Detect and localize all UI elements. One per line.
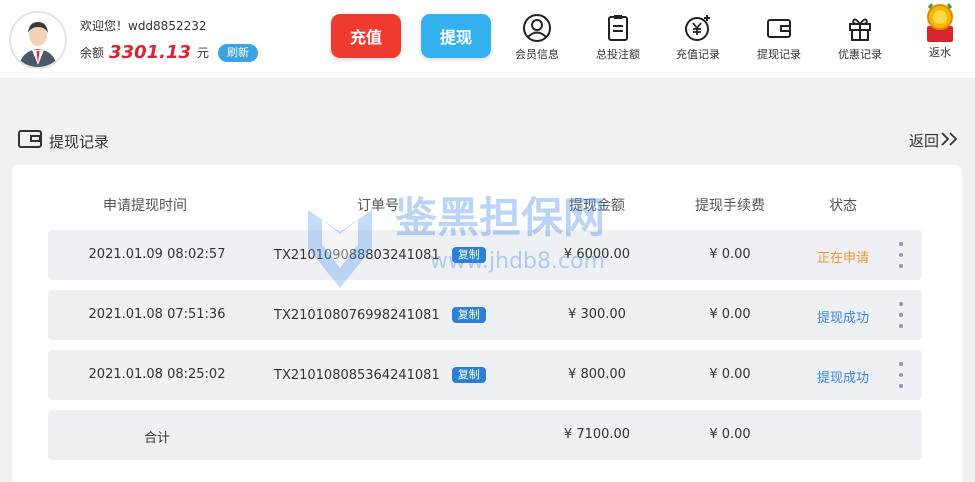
welcome-text: 欢迎您！wdd8852232	[80, 19, 207, 33]
section-title-label: 提现记录	[49, 132, 110, 151]
table-row: 2021.01.09 08:02:57 TX210109088803241081…	[48, 230, 922, 280]
balance-label: 余额	[80, 46, 105, 60]
nav-label: 会员信息	[515, 48, 559, 61]
refresh-button[interactable]: 刷新	[218, 43, 259, 62]
row-order-cell: TX210108076998241081 复制	[274, 307, 486, 323]
balance-unit: 元	[197, 46, 210, 60]
nav-withdraw-records[interactable]: 提现记录	[744, 12, 814, 62]
table-row: 2021.01.08 07:51:36 TX210108076998241081…	[48, 290, 922, 340]
total-amount: ¥ 7100.00	[563, 427, 631, 442]
total-label: 合计	[143, 431, 171, 446]
nav-label: 优惠记录	[838, 48, 882, 61]
row-fee: ¥ 0.00	[709, 247, 751, 262]
withdraw-records-card: 申请提现时间 订单号 提现金额 提现手续费 状态 2021.01.09 08:0…	[12, 165, 962, 482]
balance-value: 3301.13	[109, 42, 191, 63]
nav-label: 总投注额	[596, 48, 640, 61]
header-amount: 提现金额	[569, 198, 625, 214]
nav-total-bets[interactable]: 总投注额	[583, 12, 653, 62]
row-status: 提现成功	[816, 371, 870, 386]
clipboard-icon	[602, 12, 634, 44]
user-icon	[521, 12, 553, 44]
table-header: 申请提现时间 订单号 提现金额 提现手续费 状态	[12, 195, 962, 215]
gift-icon	[844, 12, 876, 44]
nav-recharge-records[interactable]: 充值记录	[663, 12, 733, 62]
table-total-row: 合计 ¥ 7100.00 ¥ 0.00	[48, 410, 922, 460]
top-header: 欢迎您！wdd8852232 余额 3301.13 元 刷新 充值 提现 会员信…	[0, 0, 975, 78]
rebate-icon	[920, 2, 960, 44]
row-order: TX210109088803241081	[274, 247, 440, 263]
balance-row: 余额 3301.13 元 刷新	[80, 42, 259, 63]
row-time: 2021.01.08 07:51:36	[88, 307, 226, 322]
row-amount: ¥ 800.00	[568, 367, 626, 382]
yen-coin-icon	[682, 12, 714, 44]
more-vertical-icon[interactable]	[896, 302, 906, 328]
nav-member-info[interactable]: 会员信息	[502, 12, 572, 62]
nav-label: 充值记录	[676, 48, 720, 61]
more-vertical-icon[interactable]	[896, 362, 906, 388]
header-status: 状态	[829, 198, 857, 214]
table-row: 2021.01.08 08:25:02 TX210108085364241081…	[48, 350, 922, 400]
wallet-icon	[763, 12, 795, 44]
header-order: 订单号	[357, 198, 399, 214]
copy-button[interactable]: 复制	[451, 367, 486, 383]
avatar[interactable]	[9, 11, 67, 69]
row-time: 2021.01.09 08:02:57	[88, 247, 226, 262]
copy-button[interactable]: 复制	[451, 307, 486, 323]
recharge-button[interactable]: 充值	[331, 14, 401, 58]
wallet-icon	[18, 130, 42, 152]
section-title: 提现记录	[18, 130, 109, 152]
back-link[interactable]: 返回	[909, 130, 961, 151]
header-time: 申请提现时间	[103, 198, 187, 214]
more-vertical-icon[interactable]	[896, 242, 906, 268]
row-status: 正在申请	[816, 251, 870, 266]
row-time: 2021.01.08 08:25:02	[88, 367, 226, 382]
total-fee: ¥ 0.00	[709, 427, 751, 442]
nav-label: 提现记录	[757, 48, 801, 61]
header-fee: 提现手续费	[695, 198, 765, 214]
row-order-cell: TX210108085364241081 复制	[274, 367, 486, 383]
row-amount: ¥ 300.00	[568, 307, 626, 322]
row-order: TX210108085364241081	[274, 367, 440, 383]
nav-label: 返水	[929, 46, 951, 59]
double-chevron-right-icon	[939, 131, 961, 151]
row-order: TX210108076998241081	[274, 307, 440, 323]
row-order-cell: TX210109088803241081 复制	[274, 247, 486, 263]
back-label: 返回	[908, 132, 939, 150]
row-fee: ¥ 0.00	[709, 367, 751, 382]
nav-promo-records[interactable]: 优惠记录	[825, 12, 895, 62]
row-fee: ¥ 0.00	[709, 307, 751, 322]
copy-button[interactable]: 复制	[451, 247, 486, 263]
withdraw-button[interactable]: 提现	[421, 14, 491, 58]
nav-rebate[interactable]: 返水	[905, 2, 975, 60]
row-amount: ¥ 6000.00	[563, 247, 631, 262]
row-status: 提现成功	[816, 311, 870, 326]
